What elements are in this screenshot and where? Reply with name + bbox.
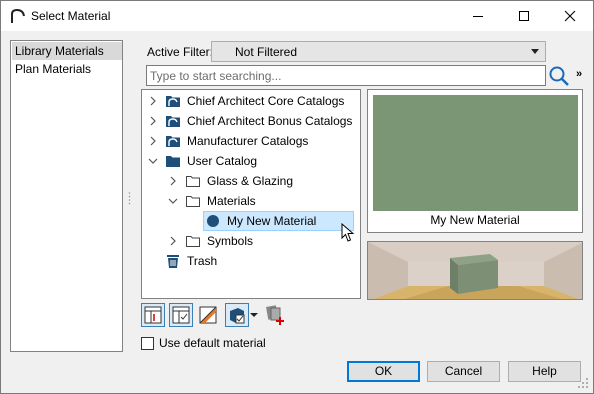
tree-node-label: Chief Architect Bonus Catalogs	[187, 114, 353, 128]
chevron-down-icon[interactable]	[147, 151, 159, 171]
expand-options-icon[interactable]: »	[576, 68, 582, 80]
tree-node-selected[interactable]: My New Material	[142, 211, 360, 231]
chevron-down-icon[interactable]	[167, 191, 179, 211]
ok-button[interactable]: OK	[347, 361, 420, 382]
resize-grip-icon[interactable]	[577, 377, 589, 389]
folder-outline-icon	[186, 236, 200, 247]
search-input[interactable]	[150, 68, 540, 83]
select-material-dialog: Select Material Library Materials Plan M…	[0, 0, 594, 394]
catalog-folder-icon	[166, 96, 180, 107]
material-name-label: My New Material	[430, 213, 520, 227]
material-painter-icon[interactable]	[197, 303, 221, 327]
tree-node-label: Chief Architect Core Catalogs	[187, 94, 345, 108]
tree-node[interactable]: Manufacturer Catalogs	[142, 131, 360, 151]
chevron-right-icon[interactable]	[167, 171, 179, 191]
tree-node-label: Trash	[187, 254, 218, 268]
close-button[interactable]	[547, 1, 593, 31]
tree-node[interactable]: Trash	[142, 251, 360, 271]
search-icon[interactable]	[548, 65, 570, 87]
chevron-right-icon[interactable]	[167, 231, 179, 251]
chevron-down-icon	[531, 49, 539, 54]
chevron-right-icon[interactable]	[147, 131, 159, 151]
3d-preview-render	[368, 242, 582, 299]
minimize-icon	[473, 16, 483, 17]
window-title: Select Material	[31, 9, 111, 23]
folder-icon	[166, 156, 180, 167]
catalog-folder-icon	[166, 116, 180, 127]
catalog-tree: Chief Architect Core Catalogs Chief Arch…	[141, 89, 361, 299]
add-material-icon[interactable]	[263, 303, 287, 327]
tree-node-label: User Catalog	[187, 154, 258, 168]
tree-node[interactable]: Chief Architect Core Catalogs	[142, 91, 360, 111]
cube-icon	[230, 308, 245, 324]
tree-node[interactable]: Symbols	[142, 231, 360, 251]
splitter-grip-icon[interactable]	[128, 191, 131, 205]
tree-node-label: My New Material	[227, 214, 317, 228]
folder-outline-icon	[186, 176, 200, 187]
trash-icon	[167, 255, 179, 268]
material-dot-icon	[207, 215, 219, 227]
close-icon	[564, 10, 576, 22]
maximize-icon	[519, 11, 529, 21]
3d-preview	[367, 241, 583, 300]
library-list: Library Materials Plan Materials	[10, 40, 123, 352]
active-filter-value: Not Filtered	[235, 45, 298, 59]
list-view-icon	[172, 306, 190, 324]
help-button[interactable]: Help	[508, 361, 581, 382]
list-view-button[interactable]	[169, 303, 193, 327]
catalog-folder-icon	[166, 136, 180, 147]
cancel-button[interactable]: Cancel	[427, 361, 500, 382]
active-filter-label: Active Filter:	[147, 45, 214, 59]
mouse-cursor-icon	[341, 223, 355, 242]
tree-node-label: Glass & Glazing	[207, 174, 294, 188]
title-bar: Select Material	[1, 1, 593, 31]
use-default-material-label: Use default material	[159, 336, 266, 350]
material-swatch	[373, 95, 578, 211]
column-view-button[interactable]	[141, 303, 165, 327]
minimize-button[interactable]	[455, 1, 501, 31]
show-3d-preview-button[interactable]	[225, 303, 249, 327]
search-field[interactable]	[146, 65, 546, 86]
tree-node-label: Manufacturer Catalogs	[187, 134, 309, 148]
active-filter-select[interactable]: Not Filtered	[211, 41, 546, 62]
tree-node[interactable]: Glass & Glazing	[142, 171, 360, 191]
tree-node[interactable]: Materials	[142, 191, 360, 211]
tree-node-label: Materials	[207, 194, 256, 208]
maximize-button[interactable]	[501, 1, 547, 31]
list-item-library-materials[interactable]: Library Materials	[12, 42, 122, 60]
list-item-plan-materials[interactable]: Plan Materials	[12, 60, 122, 78]
tree-node-label: Symbols	[207, 234, 254, 248]
tree-node[interactable]: User Catalog	[142, 151, 360, 171]
chevron-right-icon[interactable]	[147, 111, 159, 131]
material-preview-panel: My New Material	[367, 89, 583, 233]
chevron-down-icon[interactable]	[250, 311, 258, 319]
chief-architect-logo-icon	[11, 8, 25, 23]
use-default-material-checkbox[interactable]	[141, 337, 154, 350]
tree-node[interactable]: Chief Architect Bonus Catalogs	[142, 111, 360, 131]
chevron-right-icon[interactable]	[147, 91, 159, 111]
folder-outline-icon	[186, 196, 200, 207]
column-view-icon	[144, 306, 162, 324]
